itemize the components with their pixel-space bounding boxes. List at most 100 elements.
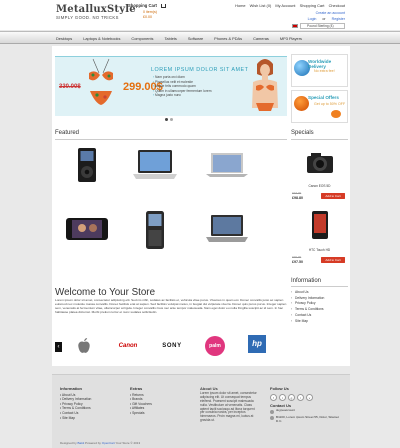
login-link[interactable]: Login — [308, 17, 317, 21]
top-link-account[interactable]: My Account — [275, 3, 295, 8]
cart-total: £0.00 — [143, 14, 152, 19]
designer-link[interactable]: Bakit — [78, 441, 85, 445]
facebook-icon[interactable]: f — [270, 393, 277, 401]
rss-icon[interactable]: r — [297, 393, 304, 401]
delivery-subtitle: No extra fee! — [314, 69, 335, 73]
cart-title: Shopping Cart — [128, 3, 157, 8]
top-link-checkout[interactable]: Checkout — [329, 3, 345, 8]
special-old-price: £99.00 — [292, 255, 302, 259]
special-item: HTC Touch HD £99.00 £97.50 Add to Cart — [291, 208, 348, 280]
menu-item-tablets[interactable]: Tablets — [164, 36, 176, 41]
promo-column: Worldwide Delivery No extra fee! Special… — [291, 54, 348, 127]
footer-copyright: Designed by Bakit Powered by OpenCart Yo… — [60, 441, 140, 445]
header: MetalluxStyle SIMPLY GOOD. NO TRICKS Sho… — [0, 0, 400, 30]
menu-item-components[interactable]: Components — [131, 36, 153, 41]
pumpkin-icon — [331, 110, 341, 118]
specials-divider — [291, 139, 348, 140]
slideshow-banner[interactable]: 330.00$ 299.00$ LOREM IPSUM DOLOR SIT AM… — [55, 54, 287, 122]
banner-bullet: Magna justo nunc — [153, 93, 249, 98]
special-item-name[interactable]: HTC Touch HD — [291, 248, 348, 252]
banner-old-price: 330.00$ — [59, 84, 81, 90]
brand-apple[interactable] — [73, 337, 95, 356]
powered-by-text: Powered by — [85, 441, 101, 445]
brand-sony[interactable]: SONY — [157, 343, 187, 349]
phone-image[interactable] — [311, 210, 329, 240]
slide-dot[interactable] — [170, 118, 173, 121]
add-to-cart-button[interactable]: Add to Cart — [321, 257, 345, 263]
footer-info-title: Information — [60, 386, 82, 391]
brand-palm[interactable]: palm — [205, 336, 227, 356]
special-item-name[interactable]: Canon EOS 5D — [291, 184, 348, 188]
main-menu: Desktops Laptops & Notebooks Components … — [0, 31, 400, 44]
store-copyright: Your Store © 2013 — [115, 441, 141, 445]
top-link-home[interactable]: Home — [235, 3, 245, 8]
menu-item-cameras[interactable]: Cameras — [253, 36, 269, 41]
footer-about: About Us Lorem ipsum dolor sit amet, con… — [200, 387, 260, 423]
mini-cart[interactable]: Shopping Cart 0 item(s) £0.00 — [128, 3, 218, 19]
brand-canon[interactable]: Canon — [113, 343, 143, 349]
special-new-price: £97.50 — [292, 260, 303, 264]
offers-subtitle: Get up to 50% OFF — [314, 102, 346, 106]
logo-text: MetalluxStyle — [56, 4, 136, 15]
footer-link[interactable]: Specials — [130, 411, 152, 416]
product-ipod-touch[interactable] — [62, 210, 112, 250]
skype-account[interactable]: skypeaccount — [276, 408, 295, 413]
footer-link[interactable]: Site Map — [60, 416, 91, 421]
product-palm-treo[interactable] — [130, 210, 180, 250]
or-text: or — [322, 16, 326, 21]
location-icon — [270, 416, 274, 421]
carousel-prev-button[interactable]: ‹ — [55, 342, 62, 352]
information-box: Information About Us Delivery Informatio… — [291, 278, 348, 324]
worldwide-delivery-banner[interactable]: Worldwide Delivery No extra fee! — [291, 54, 348, 87]
product-macbook[interactable] — [130, 146, 180, 186]
store-logo[interactable]: MetalluxStyle SIMPLY GOOD. NO TRICKS — [56, 4, 136, 21]
banner-title: LOREM IPSUM DOLOR SIT AMET — [151, 67, 249, 73]
product-sony-vaio[interactable] — [202, 210, 252, 250]
skype-icon — [270, 409, 274, 414]
footer: Information About Us Delivery Informatio… — [52, 374, 350, 448]
account-links: Create an account Login or Register — [303, 11, 345, 23]
footer-follow-title: Follow Us — [270, 386, 289, 391]
menu-item-software[interactable]: Software — [188, 36, 203, 41]
footer-follow: Follow Us f t g r v Contact Us skypeacco… — [270, 386, 342, 424]
cart-icon — [160, 3, 166, 8]
product-macbook-air[interactable] — [202, 146, 252, 186]
delivery-title: Worldwide Delivery — [308, 59, 332, 69]
brand-hp[interactable]: hp — [245, 335, 269, 353]
menu-item-mp3[interactable]: MP3 Players — [280, 36, 302, 41]
slideshow-dots — [165, 118, 173, 121]
special-offers-banner[interactable]: Special Offers Get up to 50% OFF — [291, 90, 348, 123]
brand-carousel: ‹ Canon SONY palm hp — [55, 333, 287, 361]
specials-title: Specials — [291, 130, 314, 136]
welcome-title: Welcome to Your Store — [55, 287, 156, 298]
featured-divider — [55, 139, 287, 140]
top-links: Home Wish List (0) My Account Shopping C… — [232, 3, 345, 8]
featured-title: Featured — [55, 130, 80, 136]
top-link-wishlist[interactable]: Wish List (0) — [250, 3, 272, 8]
twitter-icon[interactable]: t — [279, 393, 286, 401]
bikini-image — [89, 58, 113, 105]
camera-image[interactable] — [305, 148, 335, 178]
menu-item-phones[interactable]: Phones & PDAs — [214, 36, 242, 41]
designed-by-text: Designed by — [60, 441, 77, 445]
store-address: B1100, Lorem ipsum Street 55, Dolor, Sit… — [276, 414, 339, 423]
offers-title: Special Offers — [308, 95, 339, 100]
footer-information: Information About Us Delivery Informatio… — [60, 386, 91, 421]
product-ipod-classic[interactable] — [62, 146, 112, 186]
currency-flag-icon — [292, 24, 298, 28]
menu-item-desktops[interactable]: Desktops — [56, 36, 72, 41]
vk-icon[interactable]: v — [306, 393, 313, 401]
apple-logo-icon — [78, 338, 90, 353]
top-link-cart[interactable]: Shopping Cart — [300, 3, 325, 8]
menu-item-laptops[interactable]: Laptops & Notebooks — [83, 36, 120, 41]
banner-bullets: Nam porta orci diam Phasellus velit et m… — [153, 75, 249, 98]
slide-dot[interactable] — [165, 118, 168, 121]
info-link-sitemap[interactable]: Site Map — [291, 319, 348, 325]
currency-select[interactable]: Pound Sterling (£) — [300, 23, 345, 29]
footer-about-text: Lorem ipsum dolor sit amet, consectetur … — [200, 390, 257, 423]
gplus-icon[interactable]: g — [288, 393, 295, 401]
opencart-link[interactable]: OpenCart — [102, 441, 115, 445]
special-new-price: £98.80 — [292, 196, 303, 200]
add-to-cart-button[interactable]: Add to Cart — [321, 193, 345, 199]
register-link[interactable]: Register — [332, 17, 345, 21]
